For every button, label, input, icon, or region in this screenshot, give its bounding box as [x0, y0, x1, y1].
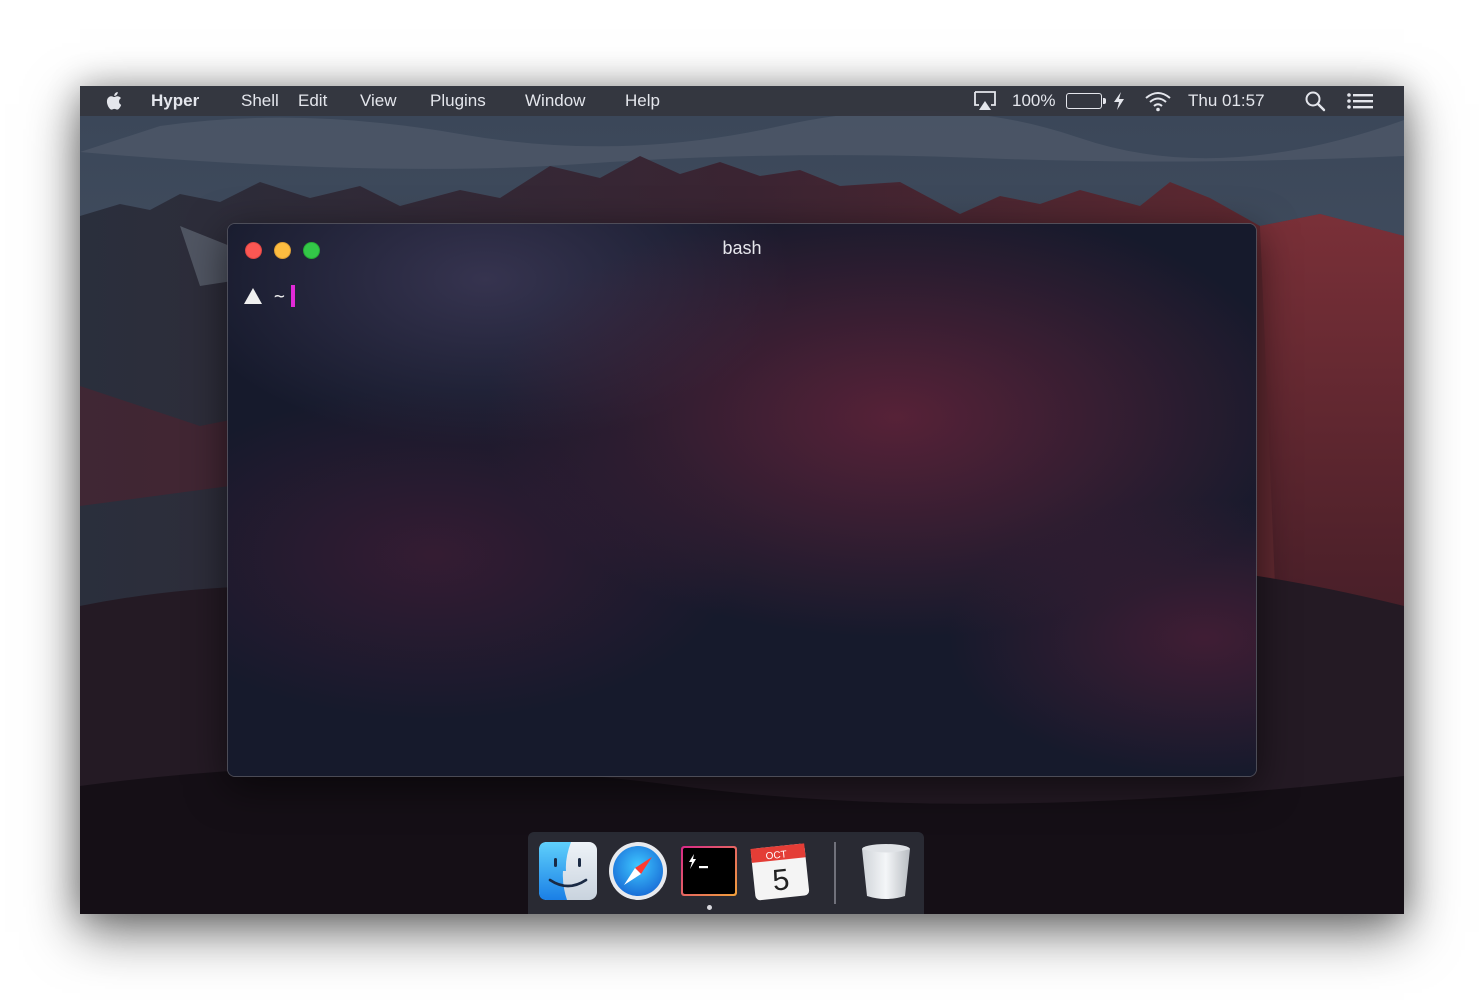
airplay-icon[interactable]: [972, 86, 998, 116]
notification-center-icon[interactable]: [1346, 86, 1374, 116]
apple-icon[interactable]: [104, 90, 126, 112]
running-indicator: [707, 905, 712, 910]
battery-icon[interactable]: [1066, 86, 1106, 116]
desktop-screen: Hyper Shell Edit View Plugins Window Hel…: [80, 86, 1404, 914]
menu-help[interactable]: Help: [625, 91, 660, 111]
terminal-title: bash: [722, 238, 762, 258]
menubar-clock[interactable]: Thu 01:57: [1188, 91, 1265, 111]
calendar-month-label: OCT: [765, 849, 787, 862]
prompt-triangle-icon: [244, 288, 262, 304]
battery-percent: 100%: [1012, 91, 1056, 110]
dock-separator: [834, 842, 836, 904]
menu-bar: Hyper Shell Edit View Plugins Window Hel…: [80, 86, 1404, 116]
calendar-icon[interactable]: OCT 5: [749, 840, 811, 902]
terminal-prompt[interactable]: ~: [244, 285, 295, 307]
safari-icon[interactable]: [607, 840, 669, 902]
charging-bolt-icon: [1113, 86, 1125, 116]
finder-icon[interactable]: [537, 840, 599, 902]
terminal-window[interactable]: bash ~: [227, 223, 1257, 777]
wifi-icon[interactable]: [1144, 86, 1172, 116]
menu-shell[interactable]: Shell: [241, 91, 279, 111]
terminal-cursor: [290, 285, 295, 307]
menu-view[interactable]: View: [360, 91, 397, 111]
trash-icon[interactable]: [855, 840, 917, 902]
menu-window[interactable]: Window: [525, 91, 585, 111]
spotlight-search-icon[interactable]: [1304, 86, 1326, 116]
menu-edit[interactable]: Edit: [298, 91, 327, 111]
prompt-cwd: ~: [274, 285, 285, 307]
menu-app-name[interactable]: Hyper: [151, 91, 199, 111]
hyper-icon[interactable]: [678, 840, 740, 902]
terminal-blur-background: [228, 224, 1256, 776]
menu-plugins[interactable]: Plugins: [430, 91, 486, 111]
dock: OCT 5: [528, 832, 924, 914]
calendar-day-label: 5: [771, 863, 791, 898]
